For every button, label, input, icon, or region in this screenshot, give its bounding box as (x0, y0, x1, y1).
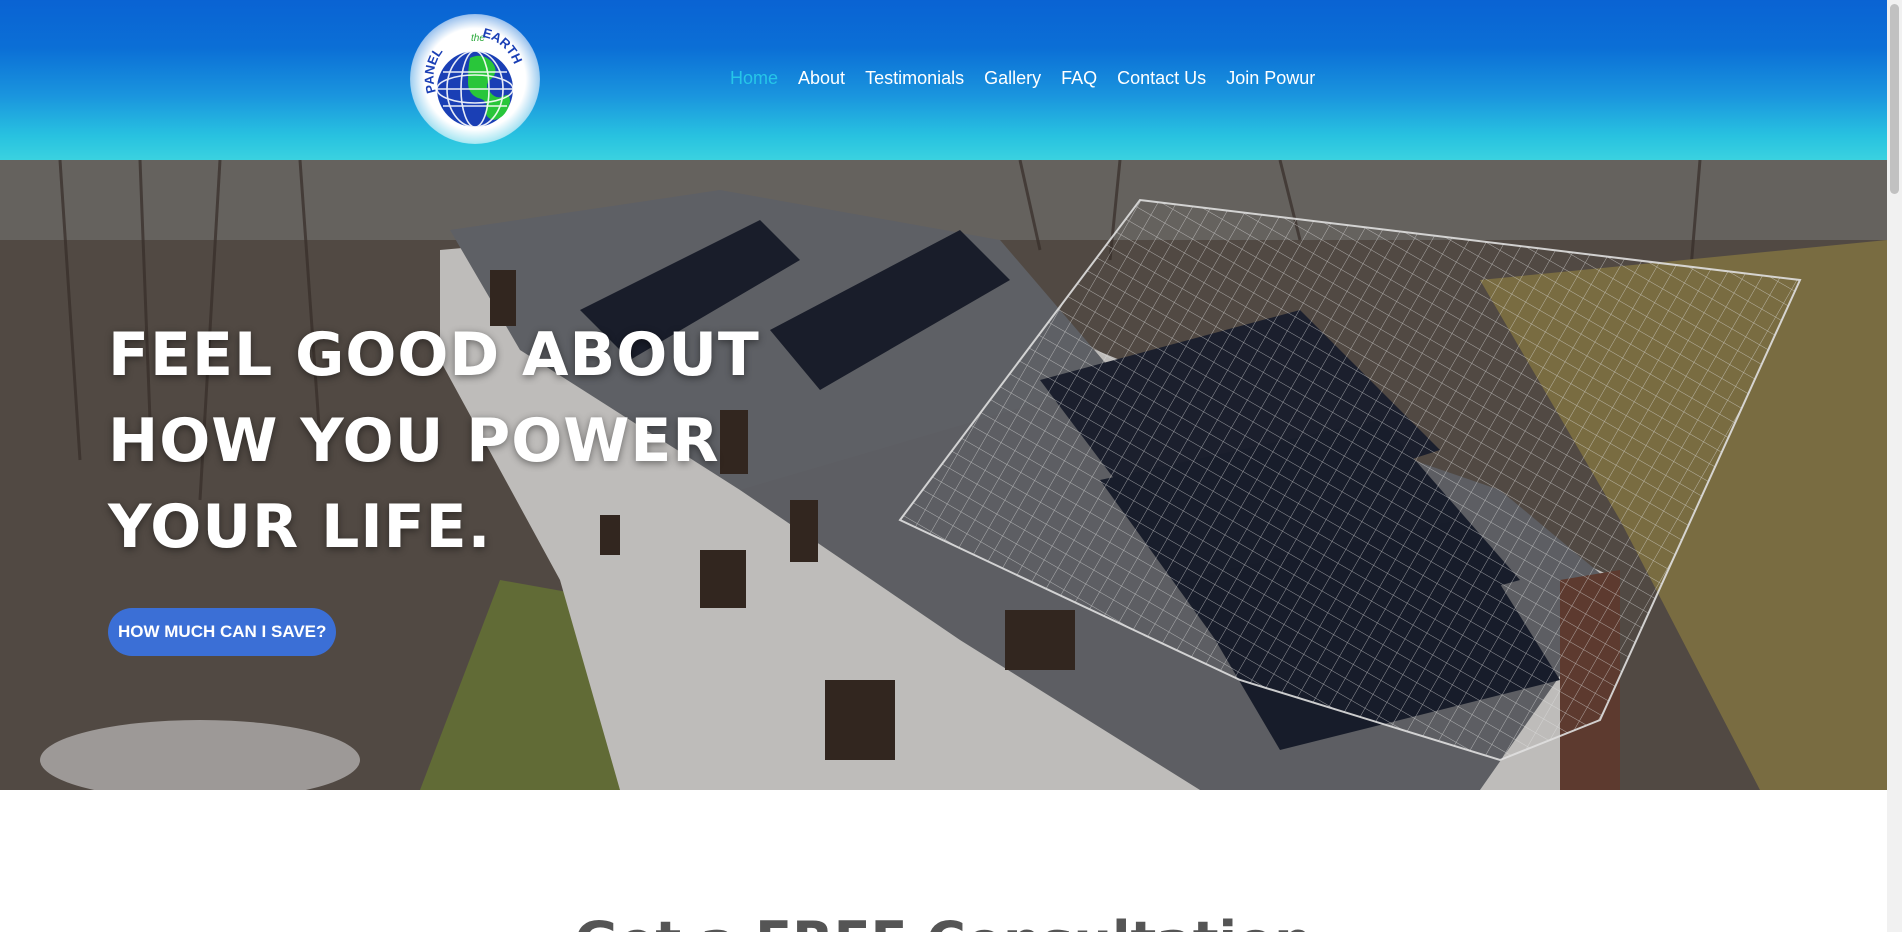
nav-gallery[interactable]: Gallery (984, 68, 1041, 89)
nav-join-powur[interactable]: Join Powur (1226, 68, 1315, 89)
scrollbar-thumb[interactable] (1890, 4, 1899, 194)
globe-logo-icon: PANEL the EARTH (421, 25, 525, 128)
nav-contact-us[interactable]: Contact Us (1117, 68, 1206, 89)
hero-headline-line-3: YOUR LIFE. (108, 492, 492, 562)
hero-headline-line-1: FEEL GOOD ABOUT (108, 320, 760, 390)
hero-section: FEEL GOOD ABOUT HOW YOU POWER YOUR LIFE.… (0, 160, 1887, 790)
hero-headline: FEEL GOOD ABOUT HOW YOU POWER YOUR LIFE. (108, 312, 808, 570)
nav-home[interactable]: Home (730, 68, 778, 89)
main-nav: Home About Testimonials Gallery FAQ Cont… (730, 68, 1335, 89)
how-much-can-i-save-button[interactable]: HOW MUCH CAN I SAVE? (108, 608, 337, 656)
page-scrollbar[interactable] (1887, 0, 1902, 932)
nav-about[interactable]: About (798, 68, 845, 89)
nav-faq[interactable]: FAQ (1061, 68, 1097, 89)
nav-testimonials[interactable]: Testimonials (865, 68, 964, 89)
site-logo[interactable]: PANEL the EARTH (410, 14, 540, 144)
site-header: PANEL the EARTH Home About Testimonials … (0, 0, 1887, 160)
hero-headline-line-2: HOW YOU POWER (108, 406, 720, 476)
section-title: Get a FREE Consultation (0, 910, 1887, 932)
